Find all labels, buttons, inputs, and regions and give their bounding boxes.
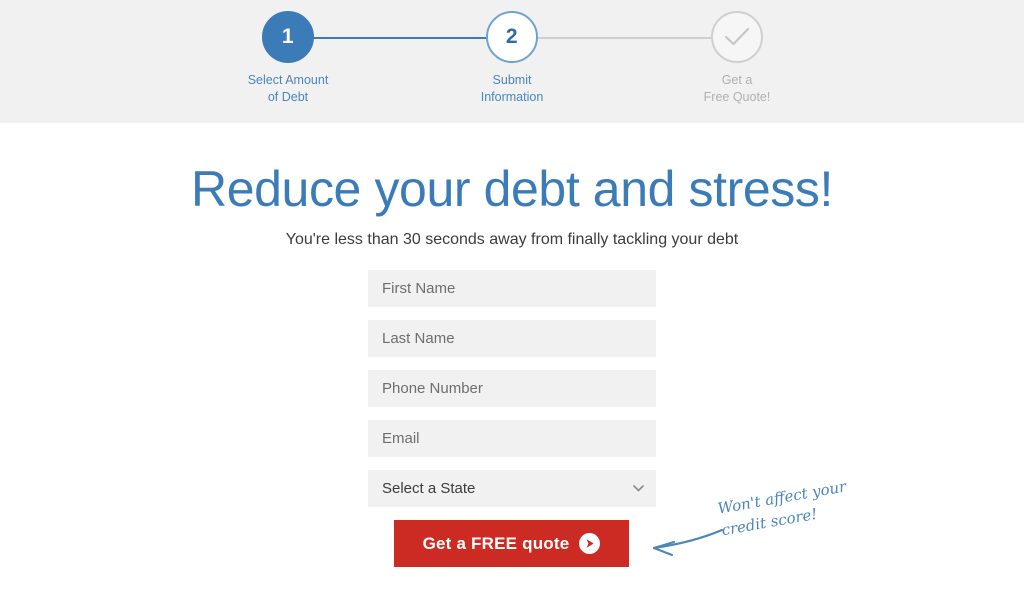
- annotation-line-1: Won't affect your: [716, 477, 848, 518]
- step-1-label: Select Amount of Debt: [208, 72, 368, 105]
- stepper-item-free-quote: Get a Free Quote!: [657, 11, 817, 105]
- step-2-label-line2: Information: [480, 89, 544, 104]
- get-free-quote-button[interactable]: Get a FREE quote: [394, 520, 629, 567]
- state-select[interactable]: Select a State: [368, 470, 656, 507]
- step-1-circle[interactable]: 1: [262, 11, 314, 63]
- step-1-number: 1: [281, 25, 295, 48]
- progress-band: 1 Select Amount of Debt 2 Submit Informa…: [0, 0, 1024, 123]
- step-3-circle: [711, 11, 763, 63]
- annotation-text: Won't affect your credit score!: [716, 465, 911, 541]
- step-2-circle[interactable]: 2: [486, 11, 538, 63]
- page-title: Reduce your debt and stress!: [191, 161, 833, 217]
- first-name-input[interactable]: [368, 270, 656, 307]
- credit-score-annotation: Won't affect your credit score!: [648, 477, 898, 576]
- step-2-number: 2: [505, 25, 519, 48]
- step-2-label-line1: Submit: [492, 73, 532, 87]
- step-1-label-line1: Select Amount: [247, 73, 329, 87]
- last-name-input[interactable]: [368, 320, 656, 357]
- stepper-item-submit-information[interactable]: 2 Submit Information: [432, 11, 592, 105]
- check-icon: [724, 27, 750, 46]
- step-3-label-line2: Free Quote!: [703, 89, 771, 104]
- step-3-label-line1: Get a: [721, 73, 753, 87]
- arrow-right-circle-icon: [579, 533, 601, 554]
- get-free-quote-button-label: Get a FREE quote: [422, 533, 570, 553]
- lead-capture-form: Select a State Get a FREE quote: [368, 270, 656, 567]
- stepper-item-select-amount[interactable]: 1 Select Amount of Debt: [208, 11, 368, 105]
- email-input[interactable]: [368, 420, 656, 457]
- hero-section: Reduce your debt and stress! You're less…: [0, 160, 1024, 250]
- phone-number-input[interactable]: [368, 370, 656, 407]
- step-1-label-line2: of Debt: [267, 89, 309, 104]
- curved-arrow-left-icon: [652, 528, 724, 557]
- page-subtitle: You're less than 30 seconds away from fi…: [285, 231, 739, 248]
- step-2-label: Submit Information: [432, 72, 592, 105]
- annotation-line-2: credit score!: [720, 504, 819, 540]
- state-select-wrapper: Select a State: [368, 470, 656, 507]
- step-3-label: Get a Free Quote!: [657, 72, 817, 105]
- progress-stepper: 1 Select Amount of Debt 2 Submit Informa…: [0, 0, 1024, 123]
